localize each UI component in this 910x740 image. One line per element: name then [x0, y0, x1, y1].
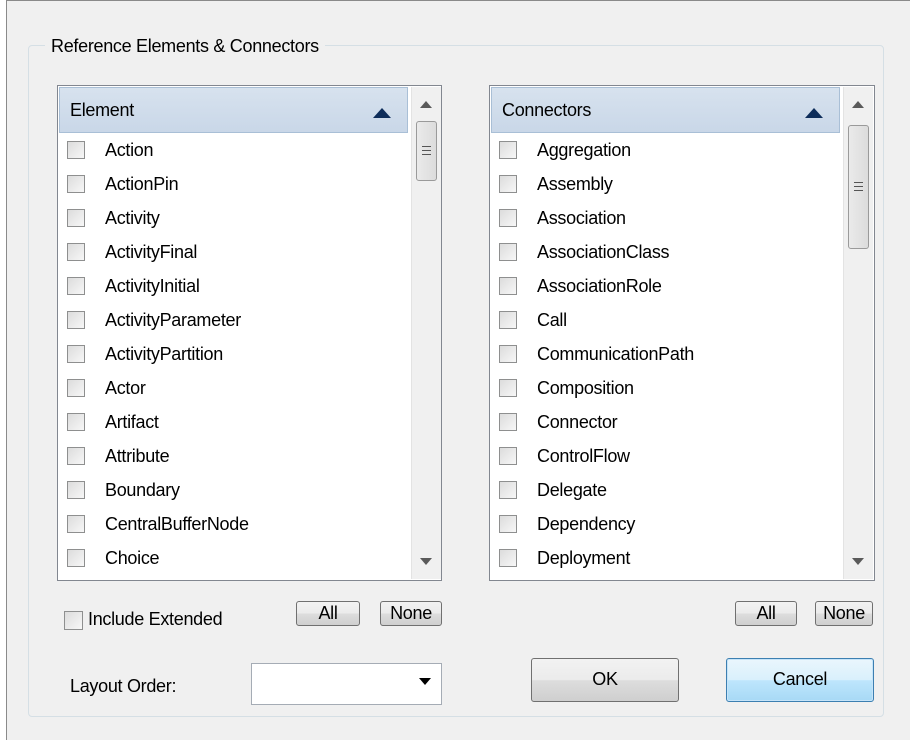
checkbox-icon[interactable] — [499, 447, 517, 465]
list-item-label: Delegate — [537, 480, 607, 500]
list-item-label: ActivityFinal — [105, 242, 198, 262]
checkbox-icon[interactable] — [499, 481, 517, 499]
checkbox-icon[interactable] — [67, 345, 85, 363]
element-header-label: Element — [70, 100, 134, 120]
checkbox-icon[interactable] — [499, 243, 517, 261]
connectors-header-label: Connectors — [502, 100, 592, 120]
list-item-label: Deployment — [537, 548, 631, 568]
checkbox-icon[interactable] — [67, 311, 85, 329]
checkbox-icon[interactable] — [67, 243, 85, 261]
scroll-thumb[interactable] — [848, 125, 869, 249]
layout-order-select[interactable] — [251, 663, 442, 705]
include-extended-label[interactable]: Include Extended — [88, 609, 223, 630]
checkbox-icon[interactable] — [67, 447, 85, 465]
checkbox-icon[interactable] — [499, 515, 517, 533]
connectors-all-label: All — [756, 603, 776, 623]
checkbox-icon[interactable] — [499, 209, 517, 227]
sort-ascending-icon — [805, 108, 823, 118]
include-extended-checkbox[interactable] — [64, 611, 83, 630]
scroll-thumb[interactable] — [416, 121, 437, 181]
elements-all-label: All — [318, 603, 338, 623]
list-item-label: Action — [105, 140, 154, 160]
checkbox-icon[interactable] — [67, 379, 85, 397]
list-item-label: Composition — [537, 378, 634, 398]
list-item-label: AssociationClass — [537, 242, 670, 262]
list-item-label: Boundary — [105, 480, 180, 500]
list-item-label: Actor — [105, 378, 146, 398]
list-item-label: CentralBufferNode — [105, 514, 249, 534]
list-item-label: Call — [537, 310, 567, 330]
scroll-up-icon[interactable] — [852, 101, 864, 108]
connectors-scrollbar[interactable] — [843, 87, 873, 579]
connectors-column-header[interactable]: Connectors — [491, 87, 840, 133]
checkbox-icon[interactable] — [499, 413, 517, 431]
checkbox-icon[interactable] — [67, 209, 85, 227]
cancel-label: Cancel — [772, 669, 828, 689]
list-item-label: Connector — [537, 412, 618, 432]
list-item-label: ActivityInitial — [105, 276, 200, 296]
ok-label: OK — [592, 669, 618, 689]
dropdown-arrow-icon[interactable] — [419, 678, 431, 685]
list-item-label: Artifact — [105, 412, 159, 432]
list-item-label: ActivityPartition — [105, 344, 223, 364]
connectors-list[interactable]: Connectors Aggregation Assembly Associatio… — [489, 85, 875, 581]
checkbox-icon[interactable] — [67, 413, 85, 431]
layout-order-label: Layout Order: — [70, 676, 177, 696]
list-item-label: Activity — [105, 208, 160, 228]
element-list[interactable]: Element Action ActionPin Activity ActivityF… — [57, 85, 442, 581]
checkbox-icon[interactable] — [499, 277, 517, 295]
checkbox-icon[interactable] — [499, 141, 517, 159]
scroll-up-icon[interactable] — [420, 101, 432, 108]
list-item-label: ActivityParameter — [105, 310, 241, 330]
list-item-label: Association — [537, 208, 626, 228]
elements-none-label: None — [390, 603, 432, 623]
checkbox-icon[interactable] — [67, 481, 85, 499]
checkbox-icon[interactable] — [499, 379, 517, 397]
list-item-label: ControlFlow — [537, 446, 630, 466]
element-column-header[interactable]: Element — [59, 87, 408, 133]
element-scrollbar[interactable] — [411, 87, 441, 579]
checkbox-icon[interactable] — [67, 515, 85, 533]
checkbox-icon[interactable] — [67, 175, 85, 193]
scroll-down-icon[interactable] — [420, 558, 432, 565]
list-item-label: CommunicationPath — [537, 344, 694, 364]
sort-ascending-icon — [373, 108, 391, 118]
list-item-label: Aggregation — [537, 140, 631, 160]
elements-none-button[interactable]: None — [380, 601, 442, 626]
scroll-down-icon[interactable] — [852, 558, 864, 565]
checkbox-icon[interactable] — [499, 175, 517, 193]
checkbox-icon[interactable] — [499, 311, 517, 329]
ok-button[interactable]: OK — [531, 658, 679, 702]
list-item-label: Choice — [105, 548, 160, 568]
checkbox-icon[interactable] — [67, 549, 85, 567]
checkbox-icon[interactable] — [499, 549, 517, 567]
group-title: Reference Elements & Connectors — [45, 36, 325, 57]
checkbox-icon[interactable] — [499, 345, 517, 363]
elements-all-button[interactable]: All — [296, 601, 360, 626]
connectors-none-button[interactable]: None — [815, 601, 873, 626]
checkbox-icon[interactable] — [67, 277, 85, 295]
checkbox-icon[interactable] — [67, 141, 85, 159]
cancel-button[interactable]: Cancel — [726, 658, 874, 702]
list-item-label: ActionPin — [105, 174, 179, 194]
list-item-label: Attribute — [105, 446, 170, 466]
connectors-none-label: None — [823, 603, 865, 623]
list-item-label: Dependency — [537, 514, 636, 534]
connectors-all-button[interactable]: All — [735, 601, 797, 626]
list-item-label: Assembly — [537, 174, 613, 194]
list-item-label: AssociationRole — [537, 276, 662, 296]
